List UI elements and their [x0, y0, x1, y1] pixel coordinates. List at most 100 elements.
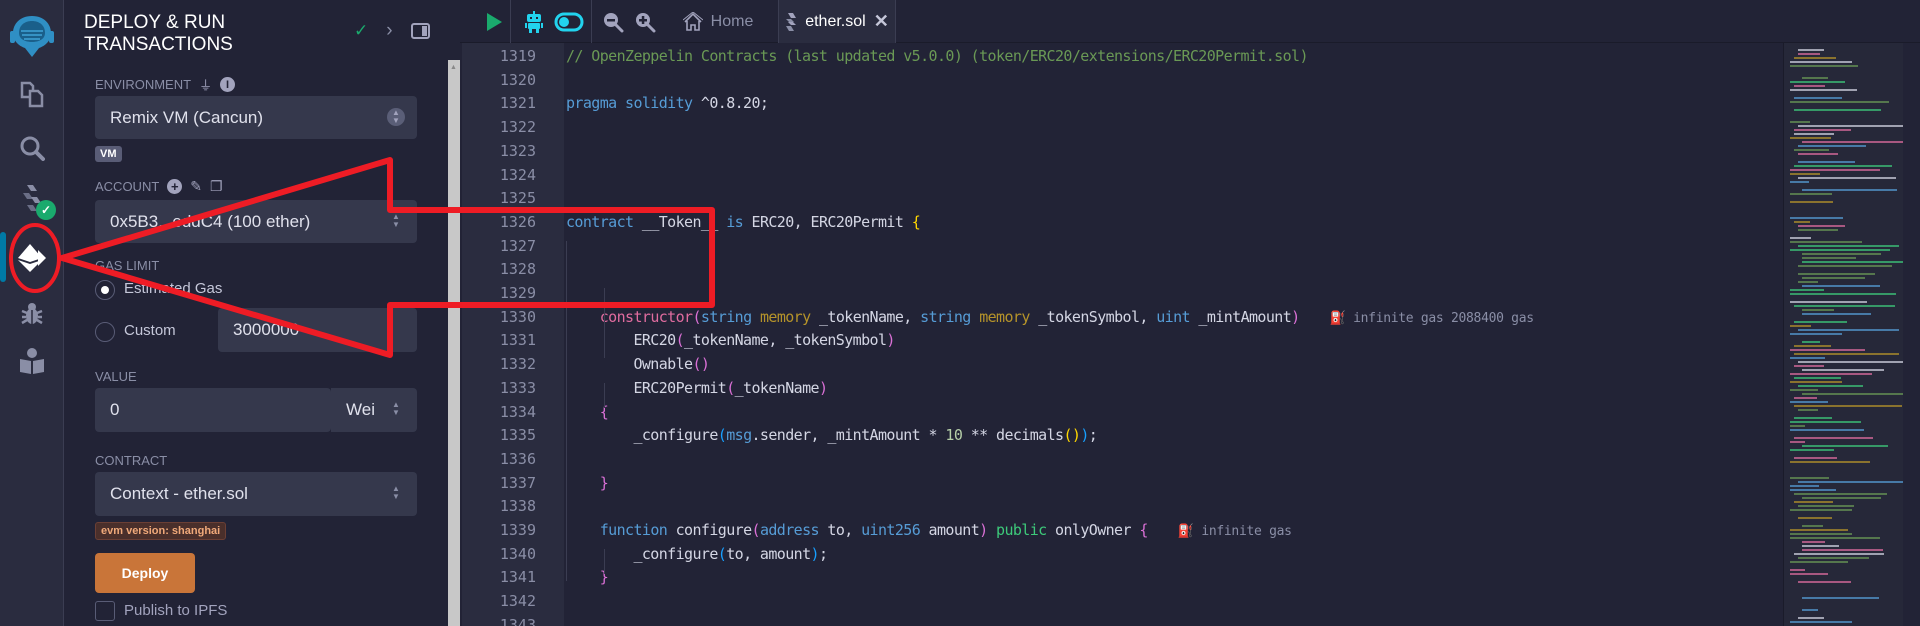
- minimap-line: [1790, 325, 1811, 327]
- close-tab-icon[interactable]: ✕: [874, 11, 889, 32]
- book-reader-icon[interactable]: [14, 343, 50, 379]
- divider: [510, 0, 511, 43]
- copilot-toggle[interactable]: [552, 0, 586, 43]
- minimap-line: [1790, 81, 1845, 83]
- minimap-line: [1790, 289, 1824, 291]
- minimap-line: [1790, 357, 1825, 359]
- publish-ipfs-checkbox[interactable]: [95, 601, 115, 621]
- minimap-line: [1802, 189, 1898, 191]
- line-number: 1341: [499, 568, 536, 587]
- minimap-line: [1798, 329, 1899, 331]
- code-editor[interactable]: 1319 // OpenZeppelin Contracts (last upda…: [462, 43, 1920, 626]
- tab-home[interactable]: Home: [664, 0, 772, 43]
- minimap-line: [1794, 305, 1896, 307]
- line-number: 1337: [499, 473, 536, 492]
- remix-logo-icon[interactable]: [6, 10, 58, 62]
- environment-select[interactable]: Remix VM (Cancun) ▲ ▼: [95, 96, 417, 139]
- active-indicator: [0, 232, 6, 282]
- minimap-line: [1794, 553, 1885, 555]
- select-arrows-icon: ▲ ▼: [387, 108, 405, 126]
- divider: [895, 0, 896, 43]
- minimap-line: [1802, 277, 1865, 279]
- bug-icon[interactable]: [14, 296, 50, 332]
- minimap[interactable]: [1783, 43, 1906, 626]
- estimated-gas-radio[interactable]: [95, 280, 115, 300]
- minimap-line: [1794, 149, 1830, 151]
- minimap-line: [1790, 101, 1889, 103]
- toggle-panel-icon[interactable]: [410, 23, 430, 39]
- minimap-line: [1794, 405, 1902, 407]
- zoom-in-icon: [636, 12, 656, 32]
- gas-limit-label: GAS LIMIT: [95, 258, 160, 273]
- code-line: _configure(msg.sender, _mintAmount * 10 …: [566, 426, 1098, 445]
- minimap-line: [1802, 541, 1825, 543]
- add-account-icon[interactable]: +: [167, 179, 183, 194]
- zoom-out-button[interactable]: [600, 0, 626, 43]
- copy-icon[interactable]: ❐: [210, 178, 223, 195]
- zoom-in-button[interactable]: [632, 0, 658, 43]
- minimap-line: [1802, 369, 1885, 371]
- minimap-line: [1794, 97, 1843, 99]
- minimap-line: [1790, 561, 1848, 563]
- plug-icon[interactable]: ⏚: [199, 75, 212, 94]
- line-number: 1338: [499, 497, 536, 516]
- minimap-line: [1802, 497, 1881, 499]
- minimap-line: [1794, 165, 1892, 167]
- minimap-line: [1794, 493, 1887, 495]
- minimap-line: [1790, 349, 1865, 351]
- line-number: 1339: [499, 521, 536, 539]
- custom-gas-input[interactable]: 3000000: [218, 308, 417, 352]
- gas-estimate-hint: ⛽ infinite gas 2088400 gas: [1300, 311, 1534, 326]
- value-unit-select[interactable]: Wei ▲ ▼: [331, 388, 417, 432]
- minimap-line: [1794, 345, 1832, 347]
- home-icon: [682, 11, 703, 31]
- gas-estimate-text: infinite gas: [1201, 524, 1292, 539]
- custom-gas-radio[interactable]: [95, 322, 115, 342]
- chevron-right-icon[interactable]: ›: [386, 20, 392, 42]
- minimap-line: [1790, 489, 1837, 491]
- info-icon[interactable]: i: [220, 77, 236, 92]
- minimap-line: [1790, 249, 1891, 251]
- line-number: 1325: [499, 189, 536, 208]
- indent-guide: [604, 288, 605, 358]
- minimap-line: [1790, 301, 1868, 303]
- minimap-line: [1798, 145, 1866, 147]
- ai-copilot-button[interactable]: [520, 0, 548, 43]
- line-number: 1333: [499, 378, 536, 397]
- minimap-line: [1790, 169, 1881, 171]
- account-select[interactable]: 0x5B3...eddC4 (100 ether) ▲ ▼: [95, 200, 417, 243]
- minimap-line: [1790, 401, 1829, 403]
- deploy-button[interactable]: Deploy: [95, 553, 195, 593]
- minimap-line: [1790, 533, 1853, 535]
- estimated-gas-label: Estimated Gas: [124, 280, 223, 297]
- search-icon[interactable]: [14, 130, 50, 166]
- line-number: 1332: [499, 355, 536, 374]
- minimap-line: [1798, 125, 1904, 127]
- line-number: 1343: [499, 615, 536, 626]
- line-number: 1319: [499, 47, 536, 65]
- files-icon[interactable]: [14, 76, 50, 112]
- panel-scrollbar[interactable]: ▲: [448, 60, 460, 626]
- select-arrows-icon: ▲ ▼: [392, 212, 400, 229]
- minimap-line: [1802, 309, 1834, 311]
- scroll-up-icon[interactable]: ▲: [450, 64, 457, 71]
- minimap-line: [1798, 281, 1818, 283]
- minimap-line: [1794, 365, 1825, 367]
- value-input[interactable]: 0: [95, 388, 331, 432]
- editor-scrollbar[interactable]: [1903, 43, 1920, 626]
- minimap-line: [1790, 569, 1806, 571]
- tab-ether-sol[interactable]: ether.sol ✕: [779, 0, 895, 43]
- minimap-line: [1794, 397, 1818, 399]
- minimap-line: [1790, 137, 1831, 139]
- edit-icon[interactable]: ✎: [190, 178, 202, 195]
- publish-ipfs-label: Publish to IPFS: [124, 602, 228, 619]
- minimap-line: [1802, 285, 1880, 287]
- minimap-line: [1790, 449, 1835, 451]
- ethereum-deploy-icon[interactable]: [14, 240, 50, 276]
- code-line: {: [599, 402, 609, 421]
- editor-tabbar: Home ether.sol ✕: [460, 0, 1920, 43]
- evm-version-badge: evm version: shanghai: [95, 522, 227, 540]
- contract-select[interactable]: Context - ether.sol ▲ ▼: [95, 472, 417, 516]
- run-script-button[interactable]: [480, 0, 508, 43]
- minimap-line: [1790, 381, 1843, 383]
